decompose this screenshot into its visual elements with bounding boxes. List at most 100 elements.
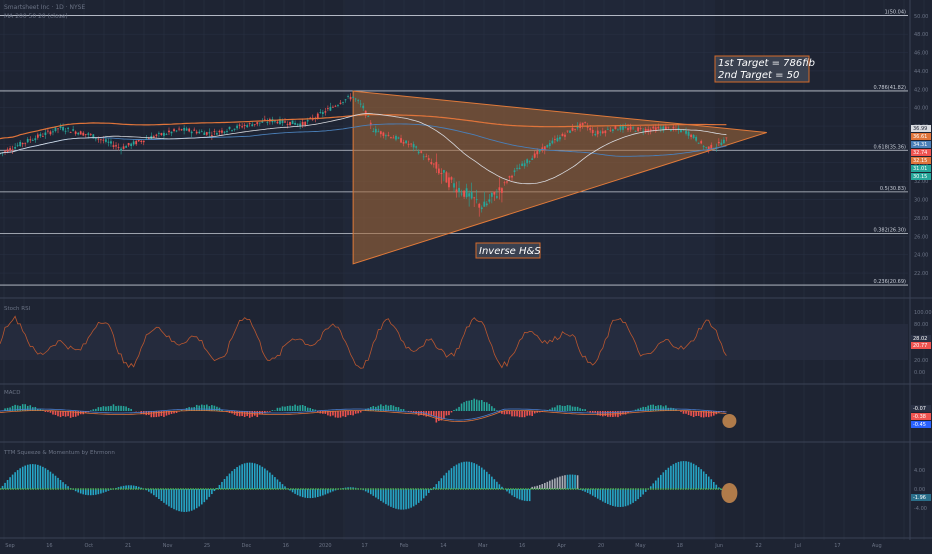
macd-bar (579, 408, 581, 411)
candle-body (7, 149, 9, 152)
candle-body (582, 123, 584, 126)
time-tick-label: Nov (163, 543, 173, 549)
time-tick-label: 18 (677, 543, 683, 549)
candle-body (382, 133, 384, 136)
ttm-bar (564, 475, 566, 489)
macd-bar (660, 405, 662, 411)
ttm-bar (685, 461, 687, 489)
macd-bar (446, 411, 448, 415)
candle-body (463, 191, 465, 197)
candle-body (181, 129, 183, 130)
ttm-bar (622, 489, 624, 507)
candle-body (345, 99, 347, 100)
ttm-bar (418, 489, 420, 503)
ttm-bar (567, 475, 569, 489)
ttm-bar (577, 475, 579, 489)
ttm-bar (98, 489, 100, 494)
candle-body (572, 128, 574, 131)
candle-body (562, 134, 564, 136)
candle-body (103, 140, 105, 141)
ttm-bar (610, 489, 612, 505)
macd-bar (211, 405, 213, 411)
candle-body (428, 158, 430, 160)
candle-body (287, 124, 289, 125)
macd-bar (468, 401, 470, 411)
candle-body (514, 170, 516, 172)
macd-bar (572, 407, 574, 411)
candle-body (511, 176, 513, 178)
ttm-bar (589, 489, 591, 494)
candle-body (607, 129, 609, 130)
candle-body (82, 133, 84, 136)
candle-body (125, 146, 127, 148)
macd-bar (683, 411, 685, 414)
candle-body (143, 141, 145, 143)
macd-bar (158, 411, 160, 417)
macd-bar (559, 405, 561, 411)
macd-bar (269, 411, 271, 412)
candle-body (726, 137, 728, 138)
candle-body (554, 139, 556, 140)
macd-bar (458, 407, 460, 411)
ttm-bar (562, 476, 564, 489)
candle-body (594, 134, 596, 135)
stoch-value-label: 20.77 (913, 343, 927, 349)
candle-body (617, 130, 619, 131)
candle-body (45, 132, 47, 135)
macd-bar (506, 411, 508, 414)
macd-bar (50, 411, 52, 413)
candle-body (710, 145, 712, 149)
candle-body (685, 131, 687, 134)
candle-body (176, 131, 178, 132)
candle-body (609, 130, 611, 131)
macd-bar (509, 411, 511, 414)
ttm-bar (655, 481, 657, 489)
macd-bar (95, 409, 97, 411)
time-tick-label: 16 (46, 543, 52, 549)
ttm-bar (37, 465, 39, 489)
candle-body (113, 145, 115, 147)
ttm-bar (660, 475, 662, 489)
macd-bar (531, 411, 533, 416)
targets-annotation[interactable]: 1st Target = 786fib 2nd Target = 50 (715, 56, 815, 82)
candle-body (12, 149, 14, 150)
ttm-bar (390, 489, 392, 507)
ttm-bar (40, 466, 42, 489)
chart-canvas[interactable]: 1(50.04)0.786(41.82)0.618(35.36)0.5(30.8… (0, 0, 932, 550)
candle-body (660, 128, 662, 129)
candle-body (302, 122, 304, 125)
candle-body (524, 163, 526, 166)
macd-bar (529, 411, 531, 415)
macd-bar (209, 406, 211, 411)
pattern-annotation[interactable]: Inverse H&S (476, 243, 541, 258)
candle-body (695, 137, 697, 141)
candle-body (224, 132, 226, 133)
candle-body (456, 190, 458, 193)
macd-bar (428, 411, 430, 416)
candle-body (357, 100, 359, 101)
candle-body (34, 138, 36, 140)
price-tick-label: 46.00 (914, 51, 928, 57)
candle-body (229, 127, 231, 129)
ttm-bar (52, 474, 54, 489)
ttm-bar (675, 463, 677, 489)
time-tick-label: Aug (872, 543, 882, 549)
candle-body (118, 147, 120, 148)
fib-label: 0.5(30.83) (880, 186, 906, 192)
ttm-bar (375, 489, 377, 498)
time-tick-label: 16 (519, 543, 525, 549)
ttm-bar (549, 481, 551, 489)
candle-body (635, 131, 637, 132)
candle-body (372, 131, 374, 132)
candle-body (425, 156, 427, 157)
macd-bar (307, 408, 309, 411)
macd-bar (201, 405, 203, 411)
candle-body (352, 97, 354, 98)
ttm-bar (615, 489, 617, 507)
ttm-bar (594, 489, 596, 497)
ttm-bar (325, 489, 327, 494)
macd-bar (352, 411, 354, 415)
candle-body (423, 156, 425, 157)
macd-bar (55, 411, 57, 415)
ttm-bar (620, 489, 622, 507)
